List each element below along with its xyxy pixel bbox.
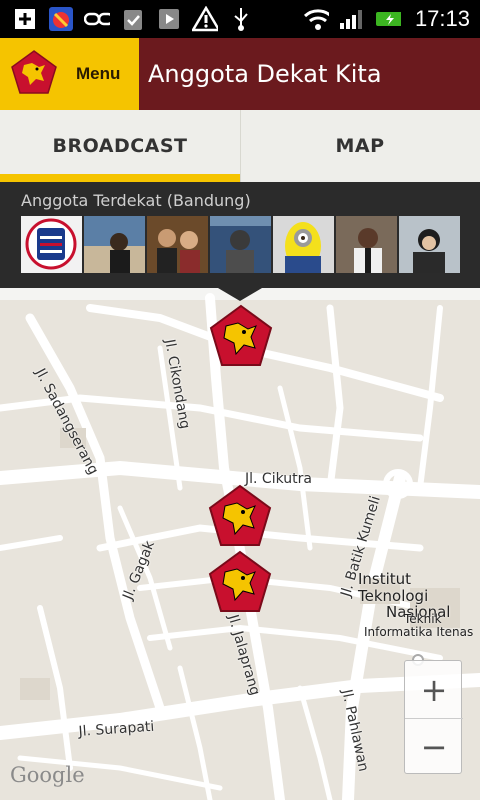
avatar[interactable] (399, 216, 460, 273)
signal-icon (339, 6, 365, 32)
zoom-controls: + − (404, 660, 463, 775)
app-header: Menu Anggota Dekat Kita (0, 38, 480, 110)
title-bar: Anggota Dekat Kita (139, 38, 480, 110)
avatar[interactable] (210, 216, 271, 273)
zoom-in-button[interactable]: + (405, 661, 463, 718)
clipboard-check-icon (120, 6, 146, 32)
nearby-members-panel: Anggota Terdekat (Bandung) (0, 182, 480, 288)
link-icon (84, 6, 110, 32)
poi-teknik-label: Teknik Informatika Itenas (364, 612, 474, 640)
tab-broadcast[interactable]: BROADCAST (0, 110, 240, 182)
usb-icon (228, 6, 254, 32)
app-title: Anggota Dekat Kita (148, 60, 382, 88)
clock: 17:13 (414, 6, 470, 31)
candy-game-icon (48, 6, 74, 32)
avatar[interactable] (336, 216, 397, 273)
gerindra-logo-icon (10, 49, 58, 99)
tab-divider (240, 110, 241, 182)
warning-icon (192, 6, 218, 32)
media-play-icon (156, 6, 182, 32)
avatar-list (21, 216, 460, 273)
zoom-out-button[interactable]: − (405, 718, 463, 775)
status-bar: 17:13 (0, 0, 480, 38)
avatar[interactable] (84, 216, 145, 273)
menu-label: Menu (76, 64, 121, 83)
google-attribution: Google (10, 763, 85, 787)
avatar[interactable] (21, 216, 82, 273)
wifi-icon (303, 6, 329, 32)
avatar[interactable] (273, 216, 334, 273)
member-marker[interactable] (207, 484, 273, 548)
selection-pointer (218, 288, 262, 301)
avatar[interactable] (147, 216, 208, 273)
battery-charging-icon (375, 6, 401, 32)
map-view[interactable]: Jl. Cikondang Jl. Sadangserang Jl. Cikut… (0, 288, 480, 800)
member-marker[interactable] (207, 550, 273, 614)
member-marker[interactable] (208, 304, 274, 368)
tab-map[interactable]: MAP (240, 110, 480, 182)
nearby-title: Anggota Terdekat (Bandung) (21, 191, 251, 210)
menu-button[interactable]: Menu (0, 38, 139, 110)
add-icon (12, 6, 38, 32)
